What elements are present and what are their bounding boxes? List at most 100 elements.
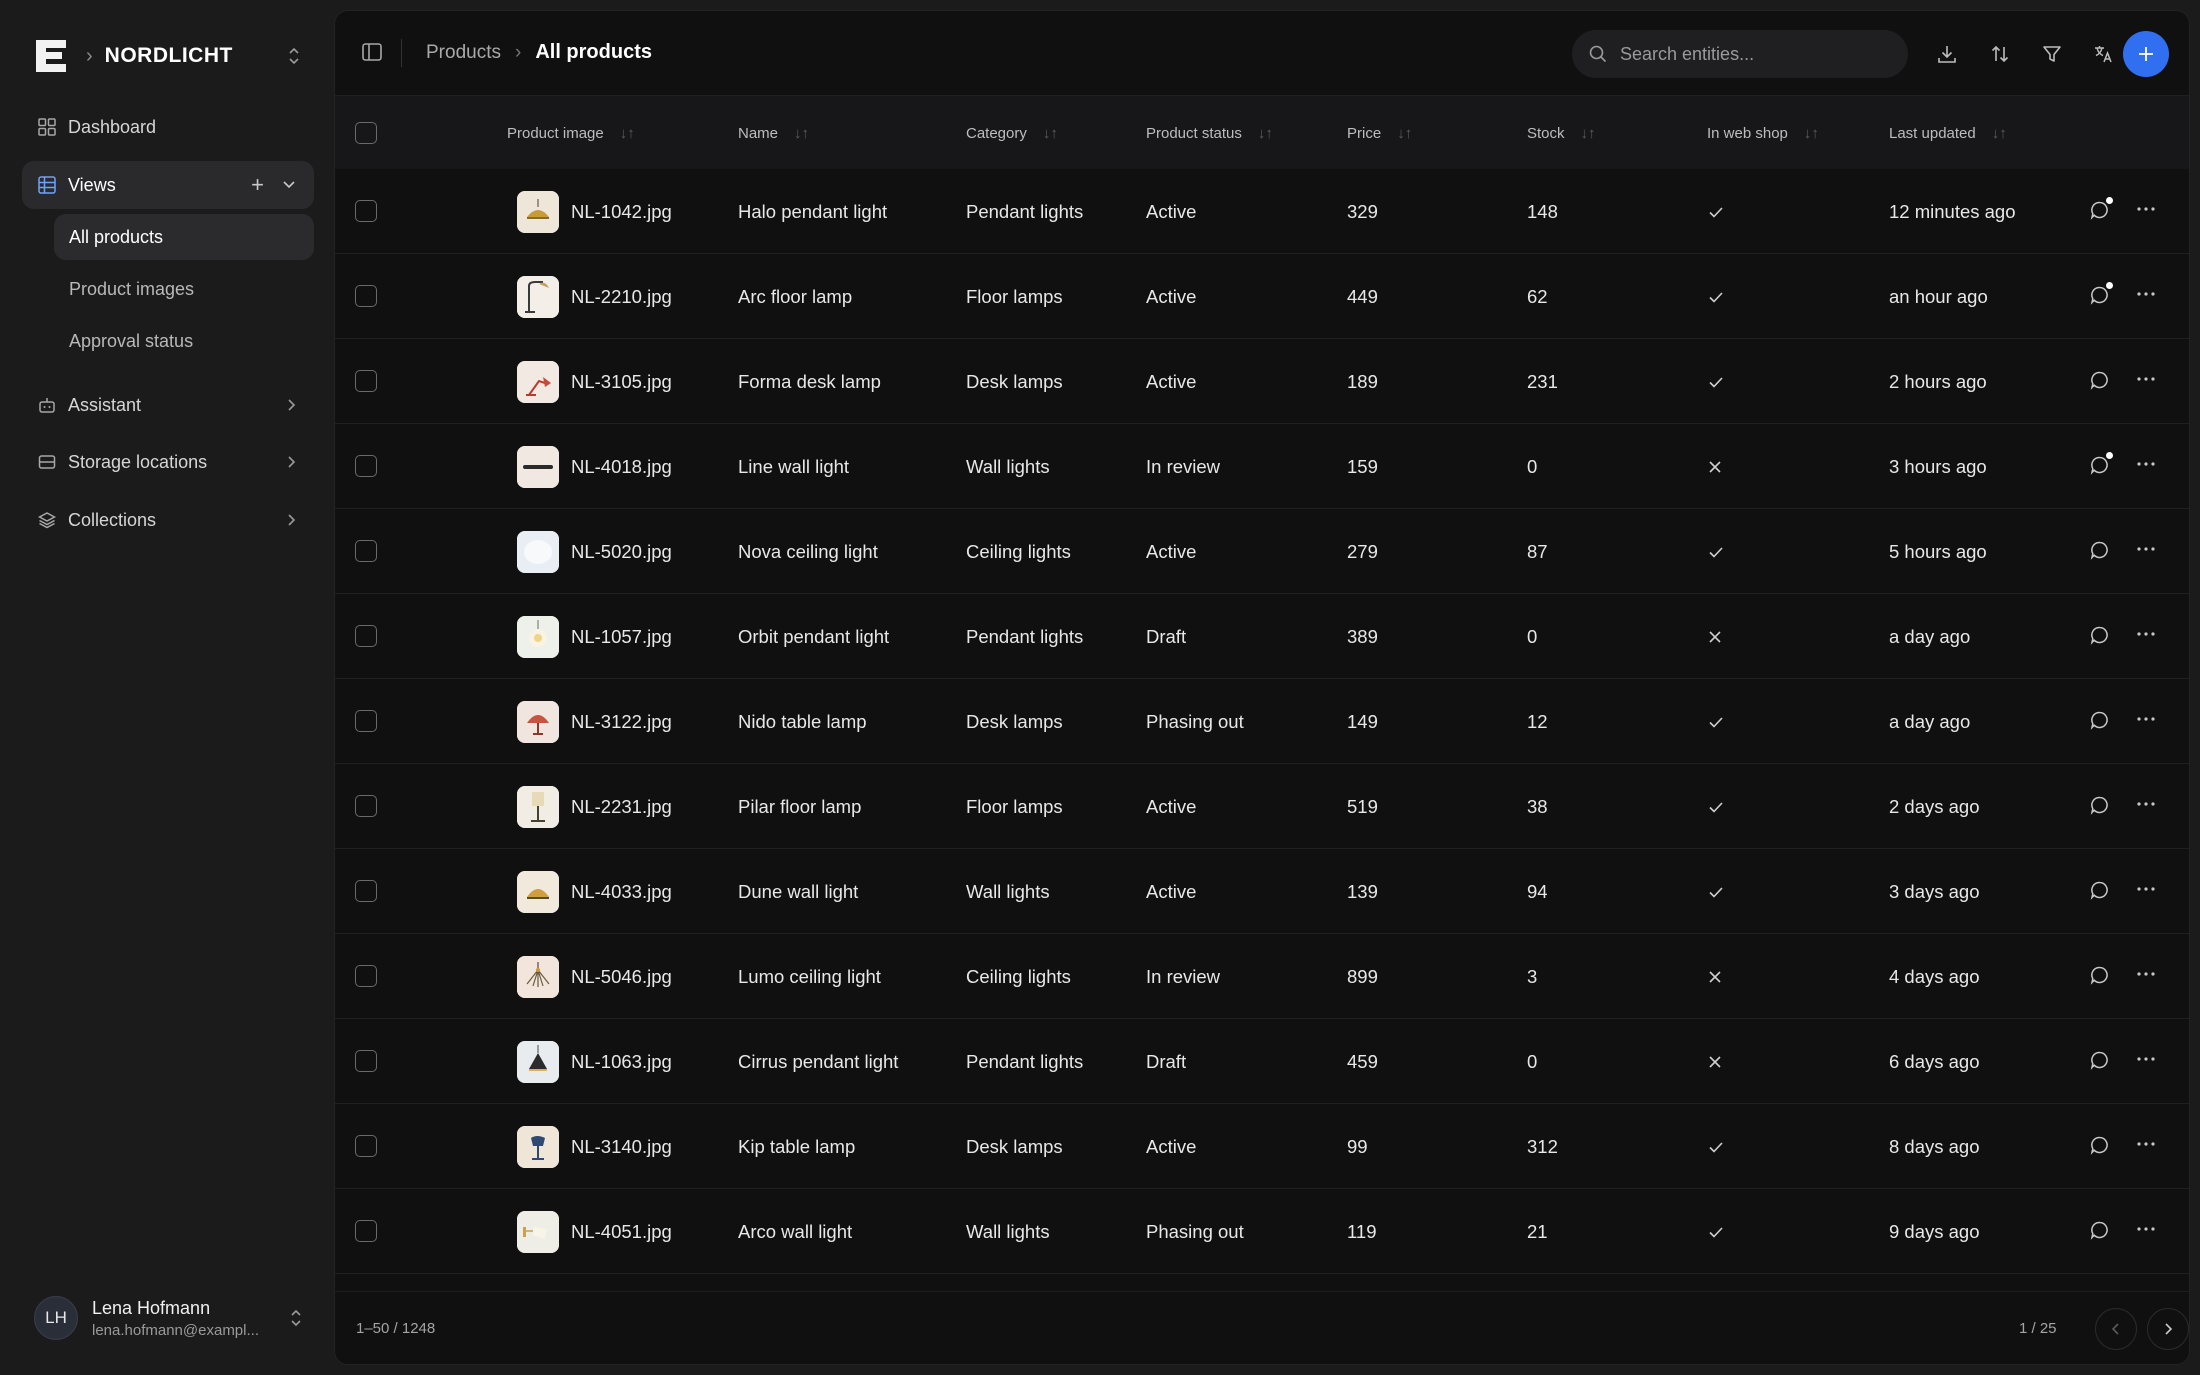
product-image-cell[interactable]: NL-1063.jpg: [517, 1019, 672, 1104]
table-row[interactable]: NL-4018.jpg Line wall light Wall lights …: [335, 424, 2189, 509]
product-image-cell[interactable]: NL-3122.jpg: [517, 679, 672, 764]
table-row[interactable]: NL-3140.jpg Kip table lamp Desk lamps Ac…: [335, 1104, 2189, 1189]
next-page-button[interactable]: [2147, 1308, 2189, 1350]
row-checkbox[interactable]: [355, 200, 377, 222]
row-checkbox[interactable]: [355, 1220, 377, 1242]
sidebar-item-assistant[interactable]: Assistant: [22, 381, 314, 429]
sort-icon[interactable]: ↓↑: [1581, 125, 1596, 142]
comment-button[interactable]: [2089, 452, 2113, 476]
more-options-button[interactable]: [2135, 1133, 2157, 1161]
chevron-updown-icon[interactable]: [288, 1307, 304, 1329]
more-options-button[interactable]: [2135, 538, 2157, 566]
comment-button[interactable]: [2089, 1134, 2111, 1156]
workspace-switcher[interactable]: › NORDLICHT: [34, 36, 302, 76]
more-options-button[interactable]: [2135, 198, 2157, 226]
product-image-cell[interactable]: NL-4033.jpg: [517, 849, 672, 934]
product-image-cell[interactable]: NL-5046.jpg: [517, 934, 672, 1019]
comment-button[interactable]: [2089, 282, 2113, 306]
table-row[interactable]: NL-5020.jpg Nova ceiling light Ceiling l…: [335, 509, 2189, 594]
comment-button[interactable]: [2089, 1219, 2111, 1241]
more-options-button[interactable]: [2135, 793, 2157, 821]
product-name[interactable]: Kip table lamp: [738, 1104, 855, 1189]
more-options-button[interactable]: [2135, 623, 2157, 651]
table-row[interactable]: NL-2210.jpg Arc floor lamp Floor lamps A…: [335, 254, 2189, 339]
product-image-cell[interactable]: NL-1057.jpg: [517, 594, 672, 679]
row-checkbox[interactable]: [355, 455, 377, 477]
sidebar-item-collections[interactable]: Collections: [22, 496, 314, 544]
add-view-icon[interactable]: +: [251, 172, 264, 198]
row-checkbox[interactable]: [355, 965, 377, 987]
row-checkbox[interactable]: [355, 795, 377, 817]
table-row[interactable]: NL-2231.jpg Pilar floor lamp Floor lamps…: [335, 764, 2189, 849]
comment-button[interactable]: [2089, 1049, 2111, 1071]
product-name[interactable]: Cirrus pendant light: [738, 1019, 898, 1104]
product-image-cell[interactable]: NL-5020.jpg: [517, 509, 672, 594]
column-header-product-image[interactable]: Product image ↓↑: [507, 96, 635, 170]
sidebar-view-all-products[interactable]: All products: [54, 214, 314, 260]
more-options-button[interactable]: [2135, 878, 2157, 906]
product-name[interactable]: Arc floor lamp: [738, 254, 852, 339]
sort-icon[interactable]: ↓↑: [1258, 125, 1273, 142]
table-row[interactable]: NL-4051.jpg Arco wall light Wall lights …: [335, 1189, 2189, 1274]
column-header-last-updated[interactable]: Last updated ↓↑: [1889, 96, 2007, 170]
row-checkbox[interactable]: [355, 880, 377, 902]
select-all-checkbox[interactable]: [355, 122, 377, 144]
more-options-button[interactable]: [2135, 1048, 2157, 1076]
product-image-cell[interactable]: NL-3105.jpg: [517, 339, 672, 424]
sidebar-item-dashboard[interactable]: Dashboard: [22, 103, 314, 151]
more-options-button[interactable]: [2135, 708, 2157, 736]
row-checkbox[interactable]: [355, 540, 377, 562]
table-row[interactable]: NL-3122.jpg Nido table lamp Desk lamps P…: [335, 679, 2189, 764]
user-menu[interactable]: LH Lena Hofmann lena.hofmann@exampl...: [34, 1294, 304, 1342]
table-row[interactable]: NL-3105.jpg Forma desk lamp Desk lamps A…: [335, 339, 2189, 424]
previous-page-button[interactable]: [2095, 1308, 2137, 1350]
row-checkbox[interactable]: [355, 1135, 377, 1157]
product-image-cell[interactable]: NL-1042.jpg: [517, 169, 672, 254]
download-button[interactable]: [1930, 37, 1964, 71]
product-image-cell[interactable]: NL-3140.jpg: [517, 1104, 672, 1189]
add-product-button[interactable]: [2123, 31, 2169, 77]
table-row[interactable]: NL-1057.jpg Orbit pendant light Pendant …: [335, 594, 2189, 679]
more-options-button[interactable]: [2135, 368, 2157, 396]
filter-button[interactable]: [2035, 37, 2069, 71]
sort-button[interactable]: [1983, 37, 2017, 71]
row-checkbox[interactable]: [355, 370, 377, 392]
more-options-button[interactable]: [2135, 283, 2157, 311]
sidebar-view-approval-status[interactable]: Approval status: [54, 318, 314, 364]
comment-button[interactable]: [2089, 879, 2111, 901]
sidebar-item-views[interactable]: Views +: [22, 161, 314, 209]
column-header-name[interactable]: Name ↓↑: [738, 96, 809, 170]
sort-icon[interactable]: ↓↑: [1397, 125, 1412, 142]
column-header-price[interactable]: Price ↓↑: [1347, 96, 1412, 170]
product-name[interactable]: Halo pendant light: [738, 169, 887, 254]
sort-icon[interactable]: ↓↑: [1043, 125, 1058, 142]
chevron-down-icon[interactable]: [282, 180, 296, 190]
search-input[interactable]: [1620, 43, 1890, 65]
product-image-cell[interactable]: NL-2210.jpg: [517, 254, 672, 339]
table-row[interactable]: NL-5046.jpg Lumo ceiling light Ceiling l…: [335, 934, 2189, 1019]
product-name[interactable]: Dune wall light: [738, 849, 858, 934]
sidebar-view-product-images[interactable]: Product images: [54, 266, 314, 312]
row-checkbox[interactable]: [355, 710, 377, 732]
column-header-in-web-shop[interactable]: In web shop ↓↑: [1707, 96, 1819, 170]
sort-icon[interactable]: ↓↑: [1992, 125, 2007, 142]
product-name[interactable]: Nova ceiling light: [738, 509, 878, 594]
more-options-button[interactable]: [2135, 963, 2157, 991]
product-name[interactable]: Pilar floor lamp: [738, 764, 861, 849]
row-checkbox[interactable]: [355, 285, 377, 307]
product-name[interactable]: Nido table lamp: [738, 679, 867, 764]
product-name[interactable]: Arco wall light: [738, 1189, 852, 1274]
more-options-button[interactable]: [2135, 1218, 2157, 1246]
chevron-updown-icon[interactable]: [286, 45, 302, 67]
search-bar[interactable]: [1572, 30, 1908, 78]
comment-button[interactable]: [2089, 709, 2111, 731]
comment-button[interactable]: [2089, 794, 2111, 816]
product-image-cell[interactable]: NL-2231.jpg: [517, 764, 672, 849]
product-name[interactable]: Orbit pendant light: [738, 594, 889, 679]
table-row[interactable]: NL-4033.jpg Dune wall light Wall lights …: [335, 849, 2189, 934]
table-row[interactable]: NL-1042.jpg Halo pendant light Pendant l…: [335, 169, 2189, 254]
sort-icon[interactable]: ↓↑: [1804, 125, 1819, 142]
sidebar-toggle-icon[interactable]: [361, 41, 383, 63]
comment-button[interactable]: [2089, 539, 2111, 561]
sort-icon[interactable]: ↓↑: [620, 125, 635, 142]
